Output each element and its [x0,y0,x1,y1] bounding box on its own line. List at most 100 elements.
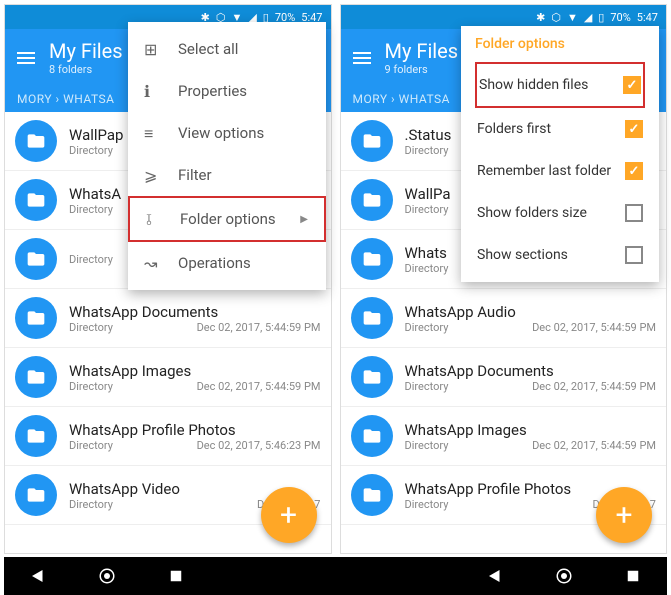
item-name: WhatsApp Images [69,362,321,380]
menu-item-select-all[interactable]: ⊞ Select all [128,28,326,70]
vibrate-icon: ⬡ [551,11,561,24]
list-item[interactable]: WhatsApp Profile PhotosDirectory Dec 02, … [5,407,331,466]
option-show-sections[interactable]: Show sections [475,234,645,276]
page-subtitle: 8 folders [49,63,123,76]
wifi-icon: ▼ [567,11,578,24]
checkbox-icon[interactable] [625,246,643,264]
item-type: Directory [69,380,113,393]
checkbox-icon[interactable] [625,120,643,138]
folder-icon [351,297,393,339]
list-item[interactable]: WhatsApp AudioDirectory Dec 02, 2017, 5:4… [341,289,667,348]
item-type: Directory [69,253,113,266]
recents-icon[interactable] [167,567,185,585]
status-icons: ✱ ⬡ ▼ ◢ ▯ 70% 5:47 [536,11,658,24]
menu-item-operations[interactable]: ↝Operations [128,242,326,284]
menu-item-properties[interactable]: ℹProperties [128,70,326,112]
item-type: Directory [405,321,449,334]
item-name: WhatsApp Documents [405,362,657,380]
menu-item-icon: ⩾ [144,166,162,184]
folder-icon [15,120,57,162]
list-item[interactable]: WhatsApp ImagesDirectory Dec 02, 2017, 5:… [5,348,331,407]
list-item[interactable]: WhatsApp ImagesDirectory Dec 02, 2017, 5:… [341,407,667,466]
menu-item-icon: ⫱ [146,210,164,228]
item-name: WhatsApp Images [405,421,657,439]
checkbox-icon[interactable] [625,204,643,222]
item-date: Dec 02, 2017, 5:44:59 PM [197,321,321,334]
item-date: Dec 02, 2017, 5:44:59 PM [197,380,321,393]
folder-options-popup: Folder options Show hidden files Folders … [461,26,659,282]
menu-item-folder-options[interactable]: ⫱ Folder options ▶ [128,196,326,242]
item-date: Dec 02, 2017, 5:44:59 PM [532,321,656,334]
checkbox-icon[interactable] [625,162,643,180]
folder-icon [15,238,57,280]
menu-icon[interactable] [17,52,35,64]
item-type: Directory [405,439,449,452]
battery-text: 70% [610,11,630,24]
item-date: Dec 02, 2017, 5:44:59 PM [532,380,656,393]
menu-item-icon: ↝ [144,254,162,272]
item-type: Directory [405,380,449,393]
folder-icon [351,238,393,280]
popup-title: Folder options [475,36,645,52]
menu-item-label: Properties [178,82,247,100]
list-item[interactable]: WhatsApp DocumentsDirectoryDec 02, 2017,… [5,289,331,348]
folder-icon [15,415,57,457]
folder-icon [351,179,393,221]
page-title: My Files [385,39,459,63]
clock-text: 5:47 [637,11,658,24]
option-label: Show hidden files [479,77,588,93]
folder-icon [351,356,393,398]
folder-icon [351,474,393,516]
checkbox-icon[interactable] [623,76,641,94]
menu-icon[interactable] [353,52,371,64]
page-title: My Files [49,39,123,63]
list-item[interactable]: WhatsApp DocumentsDirectory Dec 02, 2017,… [341,348,667,407]
menu-item-icon: ⊞ [144,40,162,58]
item-name: WhatsApp Profile Photos [69,421,321,439]
item-type: Directory [69,144,113,157]
fab-add-button[interactable]: + [261,487,317,543]
menu-item-label: Folder options [180,210,276,228]
item-name: WhatsApp Audio [405,303,657,321]
folder-icon [15,297,57,339]
folder-icon [15,356,57,398]
item-type: Directory [405,144,449,157]
item-type: Directory [405,262,449,275]
back-icon[interactable] [486,567,504,585]
home-icon[interactable] [98,567,116,585]
page-subtitle: 9 folders [385,63,459,76]
context-menu: ⊞ Select all ℹProperties ≡ View options ⩾Filt… [128,22,326,290]
option-label: Folders first [477,121,551,137]
menu-item-filter[interactable]: ⩾Filter [128,154,326,196]
menu-item-label: Select all [178,40,238,58]
menu-item-label: View options [178,124,264,142]
battery-icon: ▯ [598,11,604,24]
option-label: Show folders size [477,205,587,221]
bluetooth-icon: ✱ [536,11,545,24]
folder-icon [15,474,57,516]
menu-item-view-options[interactable]: ≡ View options [128,112,326,154]
option-folders-first[interactable]: Folders first [475,108,645,150]
folder-icon [15,179,57,221]
folder-icon [351,120,393,162]
option-show-hidden-files[interactable]: Show hidden files [475,62,645,108]
back-icon[interactable] [29,567,47,585]
item-name: WhatsApp Documents [69,303,321,321]
item-type: Directory [405,203,449,216]
item-date: Dec 02, 2017, 5:46:23 PM [197,439,321,452]
item-date: Dec 02, 2017, 5:44:59 PM [532,439,656,452]
android-navbar [4,557,667,595]
option-label: Remember last folder [477,163,611,179]
option-remember-last-folder[interactable]: Remember last folder [475,150,645,192]
chevron-right-icon: ▶ [300,214,308,225]
option-label: Show sections [477,247,568,263]
menu-item-icon: ≡ [144,124,162,142]
fab-add-button[interactable]: + [596,487,652,543]
option-show-folders-size[interactable]: Show folders size [475,192,645,234]
recents-icon[interactable] [624,567,642,585]
item-type: Directory [69,439,113,452]
item-type: Directory [69,498,113,511]
home-icon[interactable] [555,567,573,585]
signal-icon: ◢ [584,11,592,24]
item-type: Directory [405,498,449,511]
